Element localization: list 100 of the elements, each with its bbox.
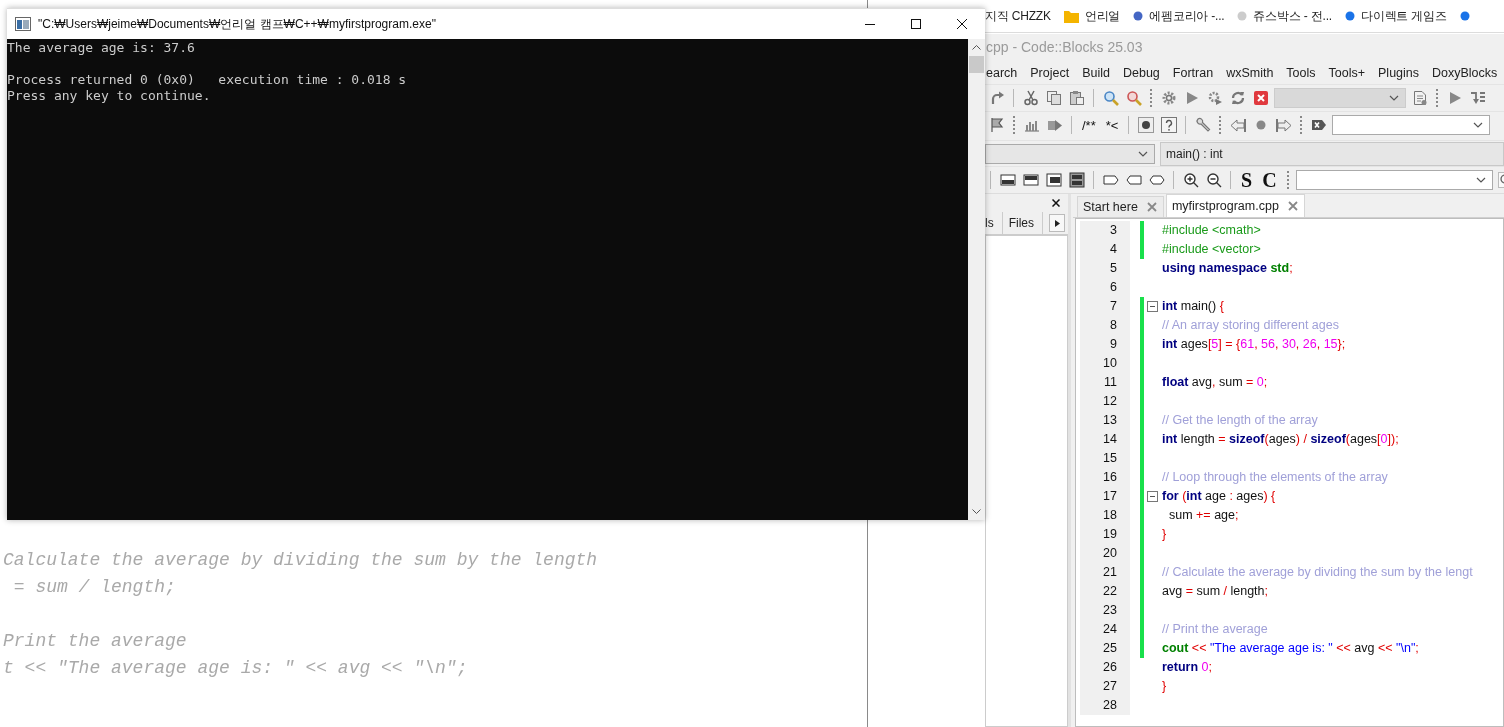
menu-item[interactable]: Project: [1030, 65, 1070, 80]
close-icon[interactable]: [1052, 199, 1060, 207]
code-line: // Calculate the average by dividing the sum by the lengt: [1161, 564, 1473, 581]
bookmark[interactable]: 다이렉트 게임즈: [1344, 7, 1447, 25]
bookmark[interactable]: 쥬스박스 - 전...: [1237, 7, 1332, 25]
text-dropdown[interactable]: [1295, 170, 1493, 190]
line-number: 12: [1080, 392, 1130, 411]
refresh-icon[interactable]: [1229, 90, 1246, 106]
bookmark[interactable]: 지직 CHZZK: [985, 7, 1051, 25]
arrow-left-icon[interactable]: [1229, 117, 1246, 133]
wrench-icon[interactable]: [1194, 117, 1211, 133]
arrow-list-icon[interactable]: [1469, 90, 1486, 106]
line-number: 4: [1080, 240, 1130, 259]
line-number: 25: [1080, 639, 1130, 658]
arrow-right-icon[interactable]: [1275, 117, 1292, 133]
search-dropdown[interactable]: [1332, 115, 1491, 135]
menu-item[interactable]: DoxyBlocks: [1432, 65, 1498, 80]
site-icon[interactable]: [1459, 11, 1470, 21]
arrow-icon[interactable]: [1046, 117, 1063, 133]
collapse-icon[interactable]: [1147, 491, 1158, 502]
output-line: Process returned 0 (0x0) execution time : 0.018 s: [7, 72, 407, 88]
scope-dropdown[interactable]: [985, 143, 1155, 164]
code-line: }: [1161, 526, 1167, 543]
menu-item[interactable]: Build: [1082, 65, 1110, 80]
line-number: 15: [1080, 449, 1130, 468]
collapse-icon[interactable]: [1147, 301, 1158, 312]
gear-icon[interactable]: [1206, 90, 1223, 106]
window-title: cpp - Code::Blocks 25.03: [985, 38, 1144, 57]
code-line: Print the average: [3, 630, 187, 653]
search-icon[interactable]: [1102, 90, 1119, 106]
line-number: 8: [1080, 316, 1130, 335]
gear-icon[interactable]: [1160, 90, 1177, 106]
panel-icon[interactable]: [1022, 172, 1039, 188]
menu-item[interactable]: earch: [986, 65, 1018, 80]
toolbar-button[interactable]: C: [1259, 169, 1280, 191]
line-number: 10: [1080, 354, 1130, 373]
menu-item[interactable]: Tools+: [1328, 65, 1366, 80]
line-number: 17: [1080, 487, 1130, 506]
caret-icon: [1138, 150, 1148, 157]
line-number: 21: [1080, 563, 1130, 582]
folder-icon: [1063, 9, 1079, 23]
code-line: sum += age;: [1167, 507, 1239, 524]
frame-icon[interactable]: [1148, 172, 1165, 188]
menu-item[interactable]: wxSmith: [1226, 65, 1274, 80]
code-line: // Print the average: [1161, 621, 1268, 638]
scroll-down-icon[interactable]: [972, 509, 981, 514]
panel-icon[interactable]: [1068, 172, 1085, 188]
document-icon[interactable]: [1411, 90, 1428, 106]
toolbar-button[interactable]: S: [1238, 169, 1256, 191]
panel-tab[interactable]: Files: [1008, 212, 1043, 234]
code-line: Calculate the average by dividing the sum by the length: [3, 549, 598, 572]
scroll-right-button[interactable]: [1049, 214, 1065, 232]
scrollbar[interactable]: [968, 39, 985, 520]
menu-item[interactable]: Debug: [1123, 65, 1160, 80]
line-number: 24: [1080, 620, 1130, 639]
menu-item[interactable]: Tools: [1286, 65, 1316, 80]
line-number: 7: [1080, 297, 1130, 316]
menu-item[interactable]: Fortran: [1172, 65, 1214, 80]
clipboard-icon[interactable]: [1068, 90, 1085, 106]
scissors-icon[interactable]: [1022, 90, 1039, 106]
code-line: int ages[5] = {61, 56, 30, 26, 15};: [1161, 336, 1346, 353]
line-number: 6: [1080, 278, 1130, 297]
bookmark[interactable]: 에펨코리아 -...: [1133, 7, 1225, 25]
line-number: 20: [1080, 544, 1130, 563]
toolbar-button[interactable]: /**: [1079, 117, 1099, 133]
code-line: int main() {: [1161, 298, 1224, 315]
magnifier-icon[interactable]: [1125, 90, 1142, 106]
code-line: #include <cmath>: [1161, 222, 1261, 239]
window-title: "C:₩Users₩jeime₩Documents₩언리얼 캠프₩C++₩myfirstprogram.exe": [38, 15, 436, 33]
line-number: 14: [1080, 430, 1130, 449]
line-number: 5: [1080, 259, 1130, 278]
editor-tab[interactable]: Start here: [1077, 196, 1164, 217]
zoom-out-icon[interactable]: [1205, 172, 1222, 188]
scroll-up-icon[interactable]: [972, 45, 981, 50]
stop-icon[interactable]: [1252, 90, 1269, 106]
close-icon: [957, 19, 967, 29]
code-line: // Loop through the elements of the array: [1161, 469, 1388, 486]
help-icon[interactable]: [1160, 117, 1177, 133]
editor-tab[interactable]: myfirstprogram.cpp: [1165, 194, 1305, 217]
menu-item[interactable]: Plugins: [1378, 65, 1420, 80]
frame-icon[interactable]: [1102, 172, 1119, 188]
app-icon: [15, 17, 31, 31]
frame-icon[interactable]: [1125, 172, 1142, 188]
code-line: t << "The average age is: " << avg << "\n";: [3, 657, 468, 680]
code-line: cout << "The average age is: " << avg << "\n";: [1161, 640, 1419, 657]
copy-icon[interactable]: [1045, 90, 1062, 106]
code-line: return 0;: [1161, 659, 1213, 676]
code-line: avg = sum / length;: [1161, 583, 1268, 600]
function-dropdown[interactable]: main() : int: [1160, 141, 1504, 166]
tag-icon[interactable]: [1310, 117, 1327, 133]
zoom-in-icon[interactable]: [1182, 172, 1199, 188]
flag-icon[interactable]: [988, 117, 1005, 133]
scroll-thumb[interactable]: [969, 56, 984, 73]
output-line: Press any key to continue.: [7, 88, 211, 104]
toolbar-button[interactable]: *<: [1102, 117, 1122, 133]
panel-icon[interactable]: [1045, 172, 1062, 188]
caret-icon: [1475, 177, 1486, 183]
panel-icon[interactable]: [999, 172, 1016, 188]
bookmark[interactable]: 언리얼: [1063, 7, 1121, 25]
line-number: 22: [1080, 582, 1130, 601]
